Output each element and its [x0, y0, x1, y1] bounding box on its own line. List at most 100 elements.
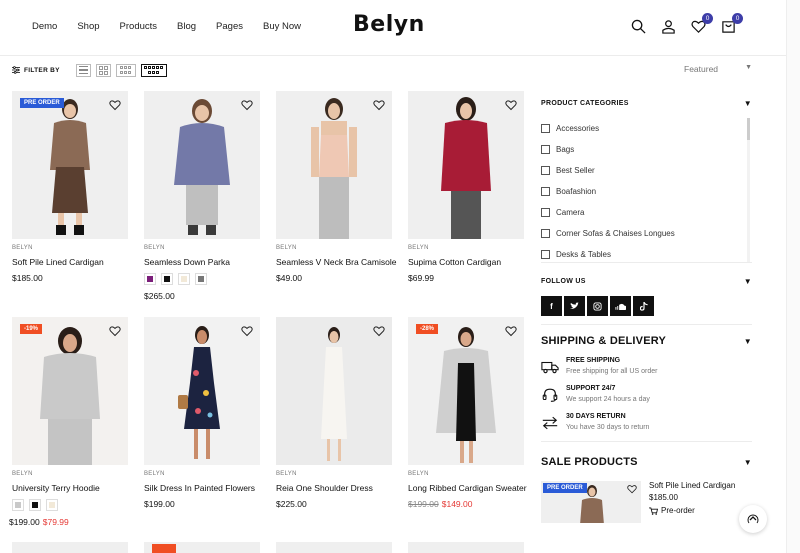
- product-name[interactable]: Long Ribbed Cardigan Sweater: [408, 483, 527, 493]
- chevron-down-icon: ▼: [743, 277, 752, 286]
- product-name[interactable]: Seamless V Neck Bra Camisole: [276, 257, 396, 267]
- checkbox[interactable]: [541, 166, 550, 175]
- scrollbar-thumb[interactable]: [747, 118, 750, 140]
- product-image[interactable]: -28%: [408, 317, 524, 465]
- checkbox[interactable]: [541, 124, 550, 133]
- checkbox[interactable]: [541, 187, 550, 196]
- wishlist-heart-icon[interactable]: [373, 99, 385, 111]
- product-card[interactable]: BELYN Seamless Down Parka $265.00: [144, 91, 260, 301]
- sale-product-item[interactable]: PRE ORDER Soft Pile Lined Cardigan $185.…: [541, 481, 752, 523]
- product-card[interactable]: BELYN Seamless V Neck Bra Camisole $49.0…: [276, 91, 396, 283]
- grid-2-view-button[interactable]: [95, 63, 111, 77]
- wishlist-heart-icon[interactable]: [373, 325, 385, 337]
- category-item[interactable]: Bags: [541, 139, 752, 160]
- grid-4-view-button[interactable]: [140, 63, 167, 77]
- category-label: Corner Sofas & Chaises Longues: [556, 229, 675, 238]
- swatch-black[interactable]: [161, 273, 173, 285]
- product-image[interactable]: [276, 542, 392, 553]
- category-item[interactable]: Desks & Tables: [541, 244, 752, 262]
- site-logo[interactable]: Belyn: [353, 12, 425, 37]
- shipping-header[interactable]: SHIPPING & DELIVERY ▼: [541, 335, 752, 347]
- wishlist-heart-icon[interactable]: [241, 325, 253, 337]
- product-brand: BELYN: [276, 471, 297, 477]
- wishlist-count-badge: 0: [702, 13, 713, 24]
- sort-value: Featured: [684, 64, 719, 74]
- category-item[interactable]: Boafashion: [541, 181, 752, 202]
- account-icon[interactable]: [660, 18, 676, 34]
- product-name[interactable]: Reia One Shoulder Dress: [276, 483, 392, 493]
- product-image[interactable]: [144, 542, 260, 553]
- nav-pages[interactable]: Pages: [216, 21, 243, 32]
- product-card[interactable]: BELYN Supima Cotton Cardigan $69.99: [408, 91, 524, 283]
- filter-button[interactable]: FILTER BY: [12, 66, 60, 74]
- wishlist-heart-icon[interactable]: [109, 325, 121, 337]
- product-name[interactable]: Supima Cotton Cardigan: [408, 257, 524, 267]
- sale-product-image[interactable]: PRE ORDER: [541, 481, 641, 523]
- checkbox[interactable]: [541, 208, 550, 217]
- product-image[interactable]: [144, 317, 260, 465]
- wishlist-heart-icon[interactable]: [241, 99, 253, 111]
- product-card[interactable]: -19% BELYN University Terry Hoodie $199.…: [9, 317, 128, 527]
- wishlist-heart-icon[interactable]: [505, 325, 517, 337]
- category-item[interactable]: Best Seller: [541, 160, 752, 181]
- product-image[interactable]: [408, 91, 524, 239]
- swatch-grey[interactable]: [12, 499, 24, 511]
- search-icon[interactable]: [630, 18, 646, 34]
- product-image[interactable]: PRE ORDER: [12, 91, 128, 239]
- product-card[interactable]: -28% BELYN Long Ribbed Cardigan Sweater …: [408, 317, 527, 509]
- nav-products[interactable]: Products: [120, 21, 158, 32]
- wishlist-heart-icon[interactable]: [109, 99, 121, 111]
- sort-select[interactable]: Featured ▼: [684, 64, 752, 74]
- facebook-icon[interactable]: f: [541, 296, 562, 316]
- checkbox[interactable]: [541, 229, 550, 238]
- product-name[interactable]: Seamless Down Parka: [144, 257, 260, 267]
- category-item[interactable]: Corner Sofas & Chaises Longues: [541, 223, 752, 244]
- discount-badge: -28%: [416, 324, 439, 334]
- nav-blog[interactable]: Blog: [177, 21, 196, 32]
- instagram-icon[interactable]: [587, 296, 608, 316]
- product-name[interactable]: Soft Pile Lined Cardigan: [12, 257, 128, 267]
- follow-header[interactable]: FOLLOW US ▼: [541, 277, 752, 286]
- nav-demo[interactable]: Demo: [32, 21, 57, 32]
- category-item[interactable]: Camera: [541, 202, 752, 223]
- wishlist-icon[interactable]: 0: [690, 13, 713, 34]
- product-image[interactable]: -19%: [12, 317, 128, 465]
- product-name[interactable]: Silk Dress In Painted Flowers: [144, 483, 260, 493]
- product-image[interactable]: [276, 317, 392, 465]
- swatch-cream[interactable]: [46, 499, 58, 511]
- product-card[interactable]: PRE ORDER BELYN Soft Pile Lined Cardigan…: [12, 91, 128, 283]
- cart-icon[interactable]: 0: [720, 13, 743, 34]
- feature-free-shipping: FREE SHIPPING Free shipping for all US or…: [541, 357, 752, 375]
- product-image[interactable]: [276, 91, 392, 239]
- swatch-grey[interactable]: [195, 273, 207, 285]
- checkbox[interactable]: [541, 145, 550, 154]
- page-scrollbar[interactable]: [786, 0, 800, 553]
- product-image[interactable]: [12, 542, 128, 553]
- sale-header[interactable]: SALE PRODUCTS ▼: [541, 456, 752, 468]
- feature-title: SUPPORT 24/7: [566, 385, 616, 392]
- wishlist-heart-icon[interactable]: [627, 484, 637, 494]
- soundcloud-icon[interactable]: [610, 296, 631, 316]
- list-view-button[interactable]: [75, 63, 91, 77]
- twitter-icon[interactable]: [564, 296, 585, 316]
- category-item[interactable]: Accessories: [541, 118, 752, 139]
- categories-header[interactable]: PRODUCT CATEGORIES ▼: [541, 99, 752, 108]
- nav-shop[interactable]: Shop: [77, 21, 99, 32]
- swatch-purple[interactable]: [144, 273, 156, 285]
- sale-product-name[interactable]: Soft Pile Lined Cardigan: [649, 481, 735, 490]
- wishlist-heart-icon[interactable]: [505, 99, 517, 111]
- category-label: Camera: [556, 208, 585, 217]
- product-image[interactable]: [408, 542, 524, 553]
- swatch-cream[interactable]: [178, 273, 190, 285]
- nav-buy-now[interactable]: Buy Now: [263, 21, 301, 32]
- swatch-black[interactable]: [29, 499, 41, 511]
- product-card[interactable]: BELYN Reia One Shoulder Dress $225.00: [276, 317, 392, 509]
- grid-3-view-button[interactable]: [115, 63, 136, 77]
- checkbox[interactable]: [541, 250, 550, 259]
- product-image[interactable]: [144, 91, 260, 239]
- tiktok-icon[interactable]: [633, 296, 654, 316]
- pre-order-button[interactable]: Pre-order: [649, 506, 735, 515]
- product-name[interactable]: University Terry Hoodie: [12, 483, 128, 493]
- product-card[interactable]: BELYN Silk Dress In Painted Flowers $199…: [144, 317, 260, 509]
- back-to-top-button[interactable]: [739, 505, 767, 533]
